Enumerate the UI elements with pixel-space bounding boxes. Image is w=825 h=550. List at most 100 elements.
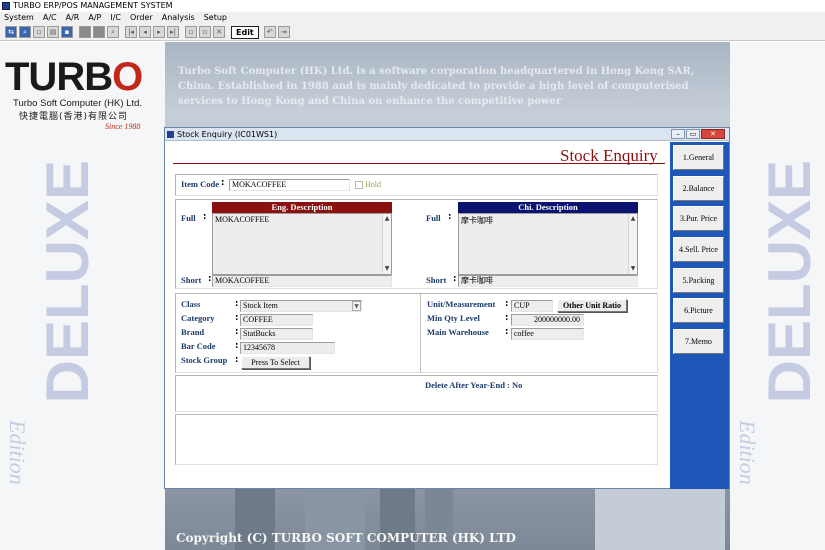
window-icon bbox=[167, 131, 174, 138]
min-qty-field[interactable]: 200000000.00 bbox=[511, 314, 584, 326]
toolbar-list-icon[interactable] bbox=[93, 26, 105, 38]
logo-since: Since 1988 bbox=[105, 122, 141, 131]
item-code-panel: Item Code : MOKACOFFEE Hold bbox=[175, 174, 658, 196]
toolbar-zoom-icon[interactable]: ⌕ bbox=[107, 26, 119, 38]
deluxe-watermark-right: DELUXE bbox=[756, 160, 823, 404]
eng-full-label: Full bbox=[181, 213, 196, 223]
stock-enquiry-window: Stock Enquiry (IC01WS1) – ▭ ✕ Stock Enqu… bbox=[164, 127, 730, 489]
chi-full-textarea[interactable]: 摩卡咖啡 ▲ ▼ bbox=[458, 213, 638, 275]
toolbar-copy-icon[interactable]: ▫ bbox=[199, 26, 211, 38]
notes-panel bbox=[175, 414, 658, 465]
chi-description-header: Chi. Description bbox=[458, 202, 638, 213]
description-panel: Full : Short : Eng. Description MOKACOFF… bbox=[175, 199, 658, 289]
eng-scrollbar[interactable]: ▲ ▼ bbox=[382, 214, 391, 274]
brand-field[interactable]: StatBucks bbox=[240, 328, 313, 340]
main-warehouse-field[interactable]: coffee bbox=[511, 328, 584, 340]
category-field[interactable]: COFFEE bbox=[240, 314, 313, 326]
eng-short-label: Short bbox=[181, 275, 202, 285]
eng-full-textarea[interactable]: MOKACOFFEE ▲ ▼ bbox=[212, 213, 392, 275]
stock-group-select-button[interactable]: Press To Select bbox=[241, 356, 310, 369]
toolbar-delete-icon[interactable]: ✕ bbox=[213, 26, 225, 38]
app-title-bar: TURBO ERP/POS MANAGEMENT SYSTEM bbox=[0, 0, 825, 12]
app-title: TURBO ERP/POS MANAGEMENT SYSTEM bbox=[13, 1, 173, 10]
brand-label: Brand bbox=[181, 327, 205, 337]
tab-picture[interactable]: 6.Picture bbox=[673, 298, 724, 323]
turbo-logo: TURBO Turbo Soft Computer (HK) Ltd. 快捷電腦… bbox=[5, 56, 165, 146]
title-underline bbox=[173, 163, 665, 164]
toolbar-add-icon[interactable]: ▫ bbox=[185, 26, 197, 38]
edition-watermark-left: Edition bbox=[5, 420, 30, 485]
tab-purchase-price[interactable]: 3.Pur. Price bbox=[673, 206, 724, 231]
class-select[interactable]: Stock Item bbox=[240, 300, 362, 312]
item-code-label: Item Code bbox=[181, 179, 220, 189]
logo-chinese-name: 快捷電腦(香港)有限公司 bbox=[19, 112, 129, 122]
other-unit-ratio-button[interactable]: Other Unit Ratio bbox=[557, 299, 627, 312]
menu-ic[interactable]: I/C bbox=[110, 12, 121, 24]
app-icon bbox=[2, 2, 10, 10]
barcode-field[interactable]: 12345678 bbox=[240, 342, 335, 354]
menu-analysis[interactable]: Analysis bbox=[162, 12, 195, 24]
chi-scrollbar[interactable]: ▲ ▼ bbox=[628, 214, 637, 274]
toolbar-new-icon[interactable]: ▫ bbox=[33, 26, 45, 38]
chi-full-text: 摩卡咖啡 bbox=[461, 216, 493, 225]
main-warehouse-label: Main Warehouse bbox=[427, 327, 489, 337]
tab-packing[interactable]: 5.Packing bbox=[673, 268, 724, 293]
tab-general[interactable]: 1.General bbox=[673, 145, 724, 170]
toolbar-edit-button[interactable]: Edit bbox=[231, 25, 259, 39]
toolbar-last-icon[interactable]: ▸| bbox=[167, 26, 179, 38]
scroll-down-icon[interactable]: ▼ bbox=[383, 265, 391, 273]
toolbar-print-icon[interactable]: ▤ bbox=[47, 26, 59, 38]
category-label: Category bbox=[181, 313, 215, 323]
hold-label: Hold bbox=[365, 180, 381, 189]
menu-order[interactable]: Order bbox=[130, 12, 153, 24]
deluxe-watermark-left: DELUXE bbox=[34, 160, 101, 404]
chi-short-label: Short bbox=[426, 275, 447, 285]
menu-bar: System A/C A/R A/P I/C Order Analysis Se… bbox=[0, 12, 825, 24]
toolbar-undo-icon[interactable]: ↶ bbox=[263, 26, 276, 38]
menu-setup[interactable]: Setup bbox=[204, 12, 227, 24]
unit-label: Unit/Measurement bbox=[427, 299, 496, 309]
restore-button[interactable]: ▭ bbox=[686, 129, 700, 139]
toolbar: ⇆ ⌕ ▫ ▤ ▪ ⌕ |◂ ◂ ▸ ▸| ▫ ▫ ✕ Edit ↶ ⇥ bbox=[0, 24, 825, 41]
copyright-text: Copyright (C) TURBO SOFT COMPUTER (HK) L… bbox=[176, 531, 516, 545]
unit-field[interactable]: CUP bbox=[511, 300, 553, 312]
min-qty-label: Min Qty Level bbox=[427, 313, 480, 323]
company-intro-text: Turbo Soft Computer (HK) Ltd. is a softw… bbox=[178, 66, 695, 107]
toolbar-save-icon[interactable]: ▪ bbox=[61, 26, 73, 38]
tab-memo[interactable]: 7.Memo bbox=[673, 329, 724, 354]
delete-after-year-end-label: Delete After Year-End : No bbox=[425, 380, 523, 390]
scroll-down-icon[interactable]: ▼ bbox=[629, 265, 637, 273]
details-panel: Class : Stock Item ▼ Category : COFFEE B… bbox=[175, 293, 658, 373]
tab-selling-price[interactable]: 4.Sell. Price bbox=[673, 237, 724, 262]
menu-ar[interactable]: A/R bbox=[66, 12, 80, 24]
tab-balance[interactable]: 2.Balance bbox=[673, 176, 724, 201]
barcode-label: Bar Code bbox=[181, 341, 216, 351]
minimize-button[interactable]: – bbox=[671, 129, 685, 139]
toolbar-first-icon[interactable]: |◂ bbox=[125, 26, 137, 38]
year-end-panel: Delete After Year-End : No bbox=[175, 375, 658, 412]
toolbar-grid-icon[interactable] bbox=[79, 26, 91, 38]
toolbar-find-icon[interactable]: ⌕ bbox=[19, 26, 31, 38]
toolbar-next-icon[interactable]: ▸ bbox=[153, 26, 165, 38]
item-code-field[interactable]: MOKACOFFEE bbox=[229, 179, 350, 191]
chi-full-label: Full bbox=[426, 213, 441, 223]
menu-system[interactable]: System bbox=[4, 12, 34, 24]
window-title: Stock Enquiry (IC01WS1) bbox=[177, 130, 278, 139]
stock-group-label: Stock Group bbox=[181, 355, 228, 365]
chevron-down-icon[interactable]: ▼ bbox=[352, 301, 361, 311]
menu-ac[interactable]: A/C bbox=[43, 12, 57, 24]
chi-short-field[interactable]: 摩卡咖啡 bbox=[458, 275, 638, 287]
edition-watermark-right: Edition bbox=[735, 420, 760, 485]
hold-checkbox[interactable] bbox=[355, 181, 363, 189]
window-title-bar: Stock Enquiry (IC01WS1) – ▭ ✕ bbox=[165, 128, 729, 141]
scroll-up-icon[interactable]: ▲ bbox=[383, 215, 391, 223]
eng-full-text: MOKACOFFEE bbox=[215, 215, 270, 224]
scroll-up-icon[interactable]: ▲ bbox=[629, 215, 637, 223]
close-button[interactable]: ✕ bbox=[701, 129, 725, 139]
logo-company-name: Turbo Soft Computer (HK) Ltd. bbox=[13, 98, 143, 109]
toolbar-exit-icon[interactable]: ⇆ bbox=[5, 26, 17, 38]
toolbar-exit-door-icon[interactable]: ⇥ bbox=[277, 26, 290, 38]
eng-short-field[interactable]: MOKACOFFEE bbox=[212, 275, 392, 287]
menu-ap[interactable]: A/P bbox=[88, 12, 101, 24]
toolbar-prev-icon[interactable]: ◂ bbox=[139, 26, 151, 38]
